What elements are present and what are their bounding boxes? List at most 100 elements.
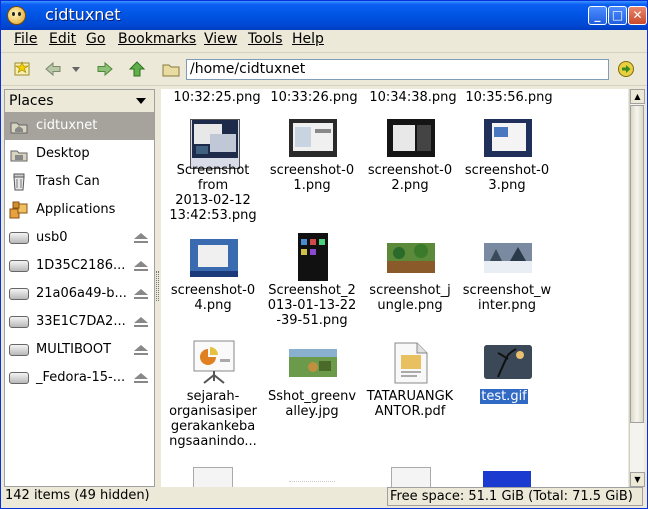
file-name: screenshot-0 1.png xyxy=(269,163,355,193)
image-thumbnail xyxy=(484,345,532,379)
toolbar: /home/cidtuxnet xyxy=(1,52,647,86)
file-name: sejarah-organisasiper gerakankeba ngsaanin… xyxy=(169,389,257,449)
file-item[interactable]: Screenshot from 2013-02-12 13:42:53.png xyxy=(165,117,257,227)
menu-tools[interactable]: Tools xyxy=(248,31,283,47)
image-thumbnail xyxy=(298,233,328,281)
file-manager-window: cidtuxnet _ □ ✕ File Edit Go Bookmarks V… xyxy=(0,0,648,509)
eject-icon[interactable] xyxy=(134,317,148,327)
window-title: cidtuxnet xyxy=(45,5,121,24)
places-sidebar: Places cidtuxnet Desktop Trash Can Appli… xyxy=(4,89,155,487)
document-icon xyxy=(193,467,233,487)
sidebar-item-drive-33e1[interactable]: 33E1C7DA2... xyxy=(5,308,154,336)
sidebar-item-usb0[interactable]: usb0 xyxy=(5,224,154,252)
sidebar-item-label: Applications xyxy=(36,202,116,217)
image-thumbnail xyxy=(289,119,337,167)
file-name: test.gif xyxy=(480,389,528,404)
sidebar-item-trash[interactable]: Trash Can xyxy=(5,168,154,196)
sidebar-item-label: _Fedora-15-... xyxy=(36,370,126,385)
minimize-button[interactable]: _ xyxy=(588,6,607,25)
file-name: screenshot-0 4.png xyxy=(170,283,256,313)
sidebar-item-label: MULTIBOOT xyxy=(36,342,112,357)
file-item-selected[interactable]: test.gif xyxy=(459,343,549,423)
image-thumbnail xyxy=(190,119,240,169)
forward-icon[interactable] xyxy=(96,60,114,78)
location-input[interactable]: /home/cidtuxnet xyxy=(186,59,609,80)
item-count: 142 items (49 hidden) xyxy=(5,488,150,503)
eject-icon[interactable] xyxy=(134,233,148,243)
menu-help[interactable]: Help xyxy=(292,31,324,47)
sidebar-item-label: Trash Can xyxy=(36,174,100,189)
close-button[interactable]: ✕ xyxy=(628,6,647,25)
file-name: screenshot-0 3.png xyxy=(464,163,550,193)
maximize-button[interactable]: □ xyxy=(608,6,627,25)
sidebar-item-label: 1D35C2186... xyxy=(36,258,126,273)
file-item[interactable]: Sshot_greenv alley.jpg xyxy=(264,343,356,423)
trash-icon xyxy=(9,173,29,191)
menu-bar: File Edit Go Bookmarks View Tools Help xyxy=(1,30,647,50)
menu-edit[interactable]: Edit xyxy=(49,31,76,47)
file-item[interactable]: screenshot-0 2.png xyxy=(362,117,452,197)
desktop-icon xyxy=(9,145,29,163)
file-name: screenshot_j ungle.png xyxy=(369,283,451,313)
new-window-icon[interactable] xyxy=(13,60,31,78)
sidebar-item-drive-21a0[interactable]: 21a06a49-b... xyxy=(5,280,154,308)
home-icon xyxy=(9,117,29,135)
sidebar-item-cidtuxnet[interactable]: cidtuxnet xyxy=(5,112,154,140)
sidebar-item-label: 21a06a49-b... xyxy=(36,286,127,301)
eject-icon[interactable] xyxy=(134,261,148,271)
drive-icon xyxy=(9,288,29,300)
scroll-up-button[interactable]: ▲ xyxy=(630,89,645,104)
file-item[interactable]: screenshot-0 4.png xyxy=(165,237,255,317)
status-bar: 142 items (49 hidden) Free space: 51.1 G… xyxy=(1,487,647,508)
file-item[interactable]: Screenshot_2 013-01-13-22 -39-51.png xyxy=(264,233,356,328)
drive-icon xyxy=(9,232,29,244)
sidebar-item-desktop[interactable]: Desktop xyxy=(5,140,154,168)
file-item[interactable]: screenshot-0 3.png xyxy=(459,117,549,197)
image-thumbnail xyxy=(289,349,337,377)
menu-go[interactable]: Go xyxy=(86,31,105,47)
file-item[interactable]: screenshot-0 1.png xyxy=(264,117,354,197)
image-thumbnail xyxy=(484,243,532,273)
eject-icon[interactable] xyxy=(134,289,148,299)
image-thumbnail xyxy=(387,119,435,167)
sidebar-item-drive-1d35[interactable]: 1D35C2186... xyxy=(5,252,154,280)
file-name: screenshot-0 2.png xyxy=(367,163,453,193)
eject-icon[interactable] xyxy=(134,373,148,383)
back-history-chevron-down-icon[interactable] xyxy=(67,60,85,78)
file-name: Screenshot_2 013-01-13-22 -39-51.png xyxy=(267,283,357,328)
scroll-down-button[interactable]: ▼ xyxy=(630,472,645,487)
back-icon[interactable] xyxy=(44,60,62,78)
file-item[interactable]: sejarah-organisasiper gerakankeba ngsaanin… xyxy=(165,339,257,449)
up-icon[interactable] xyxy=(128,60,146,78)
document-icon xyxy=(391,467,431,487)
free-space: Free space: 51.1 GiB (Total: 71.5 GiB) xyxy=(387,487,643,506)
file-name: 10:34:38.png xyxy=(369,90,457,105)
pane-splitter[interactable] xyxy=(156,271,159,301)
file-item[interactable]: screenshot_w inter.png xyxy=(459,237,551,317)
eject-icon[interactable] xyxy=(134,345,148,355)
file-name: 10:35:56.png xyxy=(465,90,553,105)
applications-icon xyxy=(9,201,29,219)
chevron-down-icon[interactable] xyxy=(136,98,146,104)
file-name: Screenshot from 2013-02-12 13:42:53.png xyxy=(169,163,257,223)
go-arrow-icon[interactable] xyxy=(617,60,635,78)
sidebar-item-multiboot[interactable]: MULTIBOOT xyxy=(5,336,154,364)
folder-icon xyxy=(161,60,180,78)
file-name: Sshot_greenv alley.jpg xyxy=(267,389,357,419)
title-bar[interactable]: cidtuxnet _ □ ✕ xyxy=(1,1,647,30)
places-header[interactable]: Places xyxy=(5,90,154,112)
places-header-label: Places xyxy=(9,93,54,109)
sidebar-item-applications[interactable]: Applications xyxy=(5,196,154,224)
sidebar-item-fedora[interactable]: _Fedora-15-... xyxy=(5,364,154,392)
menu-bookmarks[interactable]: Bookmarks xyxy=(118,31,196,47)
file-name: 10:32:25.png xyxy=(173,90,261,105)
menu-file[interactable]: File xyxy=(14,31,37,47)
scroll-thumb[interactable] xyxy=(630,105,644,423)
file-name: screenshot_w inter.png xyxy=(462,283,552,313)
file-item[interactable]: TATARUANGK ANTOR.pdf xyxy=(362,339,453,419)
file-item[interactable]: screenshot_j ungle.png xyxy=(362,237,452,317)
file-name: 10:33:26.png xyxy=(270,90,358,105)
file-view: 10:32:25.png 10:33:26.png 10:34:38.png 1… xyxy=(161,89,628,487)
vertical-scrollbar[interactable]: ▲ ▼ xyxy=(629,89,645,487)
menu-view[interactable]: View xyxy=(204,31,237,47)
